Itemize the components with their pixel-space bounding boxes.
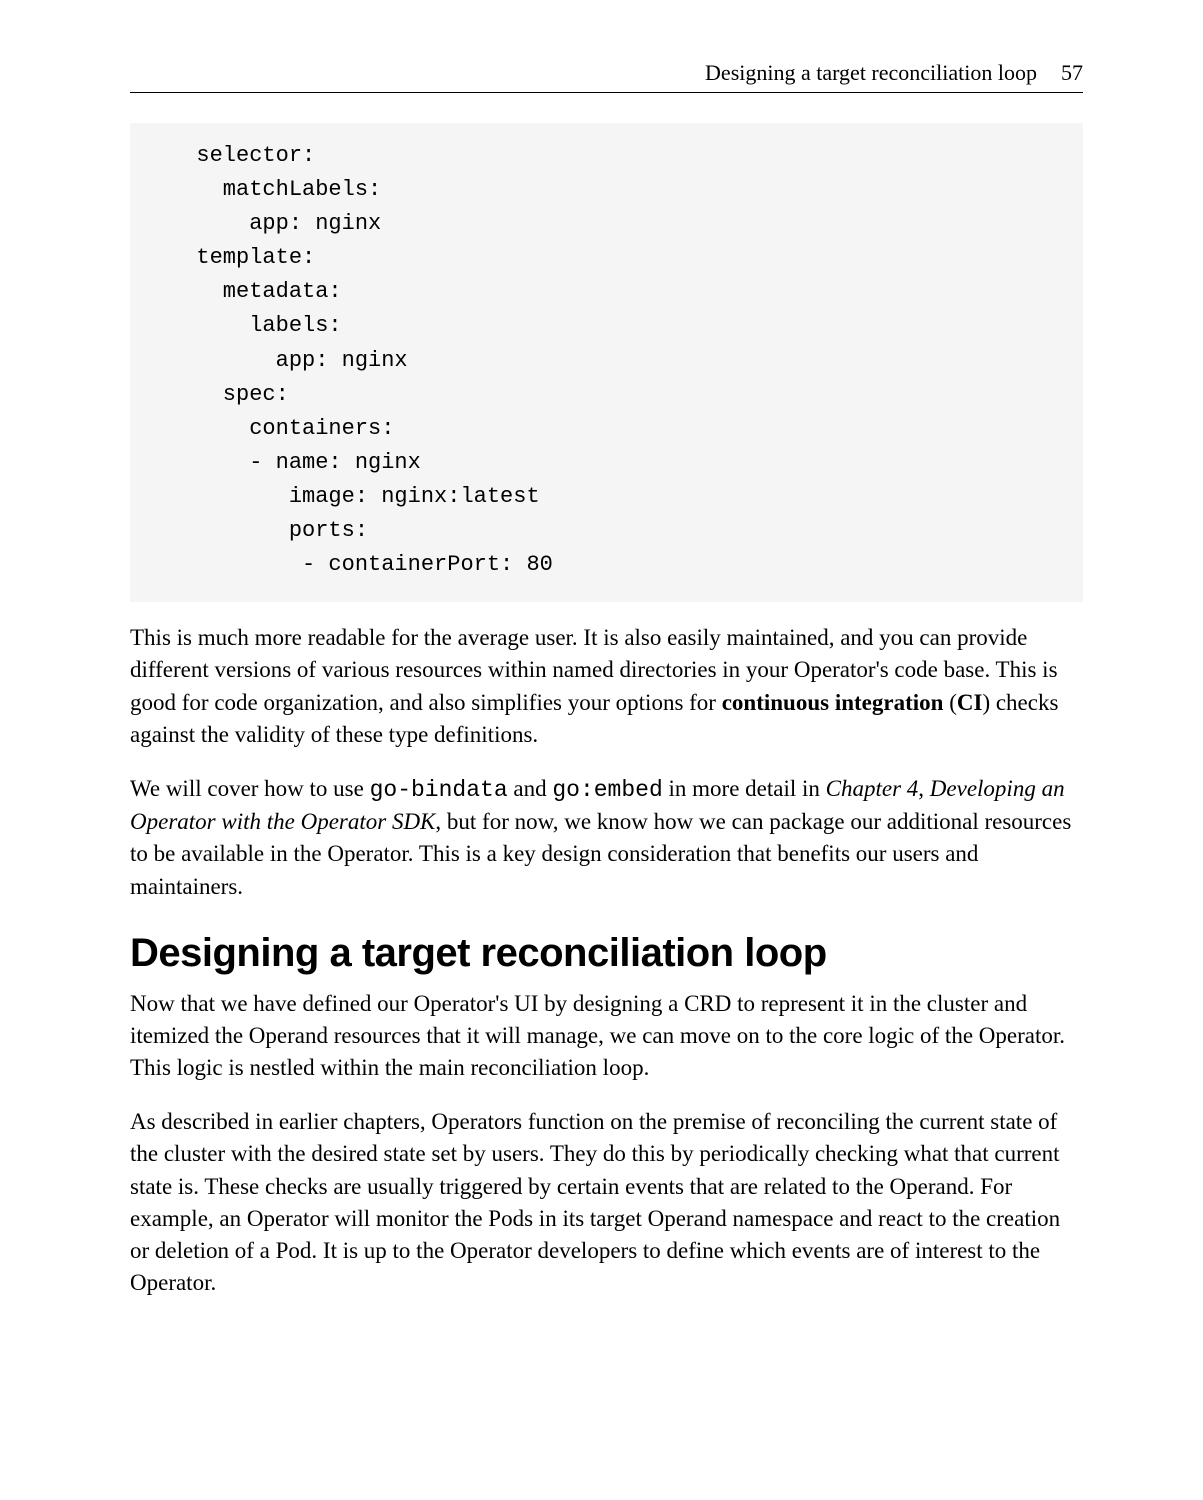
code-line: ports:: [170, 518, 368, 543]
code-line: matchLabels:: [170, 177, 381, 202]
text: We will cover how to use: [130, 776, 370, 801]
paragraph-4: As described in earlier chapters, Operat…: [130, 1106, 1083, 1299]
code-line: - name: nginx: [170, 450, 421, 475]
inline-code: go-bindata: [370, 777, 508, 803]
text: ,: [918, 776, 930, 801]
code-line: selector:: [170, 143, 315, 168]
bold-text: continuous integration: [722, 690, 944, 715]
code-line: labels:: [170, 313, 342, 338]
paragraph-2: We will cover how to use go-bindata and …: [130, 773, 1083, 903]
page-header: Designing a target reconciliation loop 5…: [130, 60, 1083, 93]
code-line: app: nginx: [170, 348, 408, 373]
text: (: [943, 690, 956, 715]
paragraph-1: This is much more readable for the avera…: [130, 622, 1083, 751]
text: and: [508, 776, 553, 801]
code-line: containers:: [170, 416, 394, 441]
section-heading: Designing a target reconciliation loop: [130, 931, 1083, 976]
code-block: selector: matchLabels: app: nginx templa…: [130, 123, 1083, 602]
code-line: app: nginx: [170, 211, 381, 236]
text: in more detail in: [663, 776, 826, 801]
code-line: metadata:: [170, 279, 342, 304]
inline-code: go:embed: [552, 777, 662, 803]
italic-text: Chapter 4: [826, 776, 919, 801]
code-line: image: nginx:latest: [170, 484, 540, 509]
code-line: template:: [170, 245, 315, 270]
code-line: - containerPort: 80: [170, 552, 553, 577]
code-line: spec:: [170, 382, 289, 407]
page-number: 57: [1061, 60, 1083, 86]
header-title: Designing a target reconciliation loop: [705, 60, 1037, 86]
paragraph-3: Now that we have defined our Operator's …: [130, 988, 1083, 1085]
bold-text: CI: [957, 690, 983, 715]
